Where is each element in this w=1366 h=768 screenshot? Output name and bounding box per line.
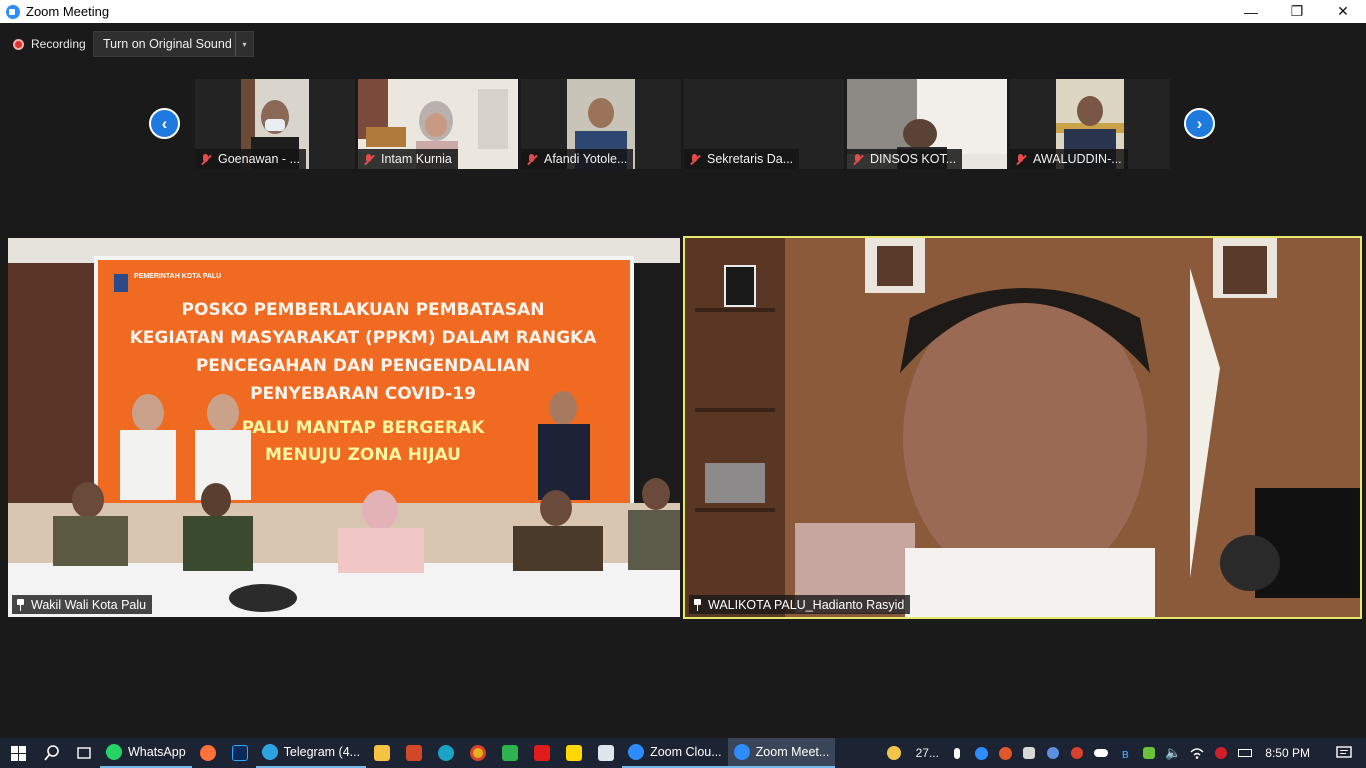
window-title: Zoom Meeting	[26, 4, 110, 19]
participant-name: Goenawan - ...	[195, 149, 306, 169]
participant-label-left: Wakil Wali Kota Palu	[12, 595, 153, 614]
notification-app-icon[interactable]	[993, 738, 1017, 768]
photoshop-icon[interactable]	[224, 738, 256, 768]
participant-name: Afandi Yotole...	[521, 149, 634, 169]
windows-taskbar: WhatsApp Telegram (4... Zoom Clou... Zoo…	[0, 738, 1366, 768]
participant-thumbnail[interactable]: Intam Kurnia	[358, 79, 518, 169]
taskbar-clock[interactable]: 8:50 PM	[1257, 746, 1322, 760]
recording-indicator[interactable]: Recording	[13, 37, 86, 51]
firefox-icon[interactable]	[192, 738, 224, 768]
participant-thumbnail[interactable]: Afandi Yotole...	[521, 79, 681, 169]
gallery-next-button[interactable]: ›	[1184, 108, 1215, 139]
meeting-toolbar: Recording Turn on Original Sound ▾	[0, 23, 1366, 63]
taskbar-zoom-meeting[interactable]: Zoom Meet...	[727, 738, 836, 768]
taskbar-zoom-cloud[interactable]: Zoom Clou...	[622, 738, 728, 768]
bluetooth-icon[interactable]: ʙ	[1113, 738, 1137, 768]
microphone-icon[interactable]	[945, 738, 969, 768]
chrome-tray-icon[interactable]	[1065, 738, 1089, 768]
nvidia-icon[interactable]	[1137, 738, 1161, 768]
windows-logo-icon	[10, 745, 26, 761]
chevron-down-icon[interactable]: ▾	[235, 32, 253, 56]
participant-name: Intam Kurnia	[358, 149, 458, 169]
mic-muted-icon	[851, 153, 864, 166]
mic-muted-icon	[688, 153, 701, 166]
banner-line-2: KEGIATAN MASYARAKAT (PPKM) DALAM RANGKA	[130, 328, 598, 348]
weather-temperature[interactable]: 27...	[909, 738, 945, 768]
telegram-icon	[261, 744, 278, 760]
network-app-icon[interactable]	[1041, 738, 1065, 768]
video-frame	[685, 238, 1360, 617]
calendar-app-icon[interactable]	[590, 738, 622, 768]
battery-icon[interactable]	[1233, 738, 1257, 768]
search-icon[interactable]	[36, 738, 68, 768]
participant-thumbnail[interactable]: AWALUDDIN-...	[1010, 79, 1170, 169]
weather-icon[interactable]	[879, 738, 909, 768]
mic-muted-icon	[362, 153, 375, 166]
banner-line-1: POSKO PEMBERLAKUAN PEMBATASAN	[182, 300, 545, 320]
participant-thumbnail[interactable]: Goenawan - ...	[195, 79, 355, 169]
minimize-button[interactable]: —	[1228, 0, 1274, 23]
recording-label: Recording	[31, 37, 86, 51]
security-icon[interactable]	[1017, 738, 1041, 768]
powerpoint-icon[interactable]	[398, 738, 430, 768]
gallery-prev-button[interactable]: ‹	[149, 108, 180, 139]
banner-line-5: PALU MANTAP BERGERAK	[242, 418, 486, 438]
zoom-tray-icon[interactable]	[969, 738, 993, 768]
video-frame: PEMERINTAH KOTA PALU POSKO PEMBERLAKUAN …	[8, 238, 680, 617]
chrome-icon[interactable]	[462, 738, 494, 768]
participant-video-right-active[interactable]: WALIKOTA PALU_Hadianto Rasyid	[683, 236, 1362, 619]
title-bar: Zoom Meeting — ❐ ✕	[0, 0, 1366, 23]
banner-line-6: MENUJU ZONA HIJAU	[265, 445, 461, 465]
whatsapp-icon	[106, 744, 122, 760]
taskbar-telegram[interactable]: Telegram (4...	[255, 738, 367, 768]
zoom-app-icon	[6, 4, 20, 19]
banner-line-4: PENYEBARAN COVID-19	[250, 384, 476, 404]
participant-thumbnail[interactable]: Sekretaris Da...	[684, 79, 844, 169]
close-button[interactable]: ✕	[1320, 0, 1366, 23]
volume-icon[interactable]: 🔈	[1161, 738, 1185, 768]
system-tray: 27... ʙ 🔈 8:50 PM	[879, 738, 1366, 768]
mic-muted-icon	[199, 153, 212, 166]
participant-video-left[interactable]: PEMERINTAH KOTA PALU POSKO PEMBERLAKUAN …	[8, 238, 680, 617]
participant-thumbnail[interactable]: DINSOS KOT...	[847, 79, 1007, 169]
banner-org: PEMERINTAH KOTA PALU	[134, 273, 221, 280]
original-sound-button[interactable]: Turn on Original Sound	[94, 37, 235, 51]
participant-label-right: WALIKOTA PALU_Hadianto Rasyid	[689, 595, 911, 614]
restore-button[interactable]: ❐	[1274, 0, 1320, 23]
onedrive-icon[interactable]	[1089, 738, 1113, 768]
participant-name: AWALUDDIN-...	[1010, 149, 1128, 169]
task-view-icon[interactable]	[68, 738, 100, 768]
file-explorer-icon[interactable]	[366, 738, 398, 768]
phone-app-icon[interactable]	[494, 738, 526, 768]
participant-name: Sekretaris Da...	[684, 149, 800, 169]
original-sound-control: Turn on Original Sound ▾	[93, 31, 254, 57]
action-center-icon[interactable]	[1322, 738, 1366, 768]
pin-icon	[16, 598, 25, 611]
edge-icon[interactable]	[430, 738, 462, 768]
zoom-icon	[733, 744, 750, 760]
acrobat-icon[interactable]	[526, 738, 558, 768]
wifi-icon[interactable]	[1185, 738, 1209, 768]
mic-muted-icon	[525, 153, 538, 166]
start-button[interactable]	[0, 738, 36, 768]
record-icon	[13, 38, 24, 50]
sticky-notes-icon[interactable]	[558, 738, 590, 768]
zoom-icon	[628, 744, 645, 760]
banner-line-3: PENCEGAHAN DAN PENGENDALIAN	[196, 356, 530, 376]
participant-name: DINSOS KOT...	[847, 149, 963, 169]
taskbar-whatsapp[interactable]: WhatsApp	[100, 738, 192, 768]
antivirus-icon[interactable]	[1209, 738, 1233, 768]
mic-muted-icon	[1014, 153, 1027, 166]
pin-icon	[693, 598, 702, 611]
